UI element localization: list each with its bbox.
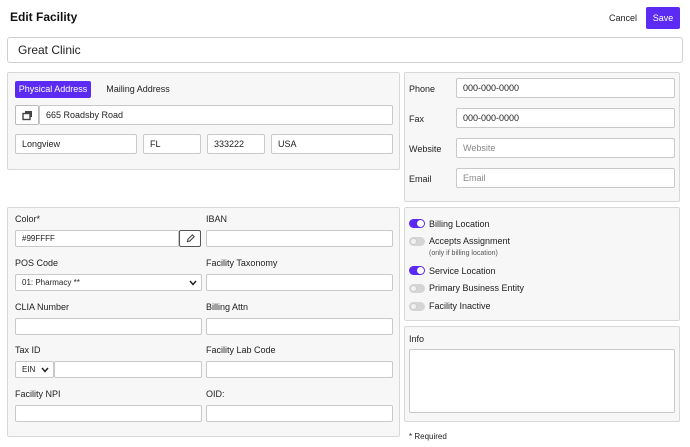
color-input[interactable] (15, 230, 179, 247)
fax-label: Fax (409, 114, 425, 124)
tax-id-type-value: EIN (22, 365, 36, 374)
state-input[interactable] (143, 134, 201, 154)
facility-inactive-label: Facility Inactive (429, 301, 491, 311)
required-note: * Required (409, 432, 447, 441)
page-title: Edit Facility (10, 10, 78, 24)
facility-taxonomy-label: Facility Taxonomy (206, 258, 278, 268)
eyedropper-icon (186, 234, 195, 243)
facility-npi-label: Facility NPI (15, 389, 61, 399)
chevron-down-icon (189, 280, 197, 286)
cancel-button[interactable]: Cancel (604, 8, 642, 28)
phone-input[interactable] (456, 78, 675, 98)
billing-location-toggle[interactable] (409, 219, 425, 228)
info-textarea[interactable] (409, 349, 675, 413)
phone-label: Phone (409, 84, 436, 94)
iban-input[interactable] (206, 230, 393, 247)
color-label: Color* (15, 214, 41, 224)
color-picker-button[interactable] (179, 230, 201, 247)
accepts-assignment-toggle[interactable] (409, 237, 425, 246)
website-input[interactable] (456, 138, 675, 158)
facility-lab-code-input[interactable] (206, 361, 393, 378)
tab-mailing-address[interactable]: Mailing Address (100, 81, 176, 98)
zip-input[interactable] (207, 134, 265, 154)
website-label: Website (409, 144, 442, 154)
facility-inactive-toggle[interactable] (409, 302, 425, 311)
save-button[interactable]: Save (646, 7, 680, 29)
facility-lab-code-label: Facility Lab Code (206, 345, 276, 355)
facility-taxonomy-input[interactable] (206, 274, 393, 291)
pos-code-value: 01: Pharmacy ** (22, 278, 80, 287)
clia-input[interactable] (15, 318, 202, 335)
info-label: Info (409, 334, 425, 344)
email-input[interactable] (456, 168, 675, 188)
tax-id-label: Tax ID (15, 345, 41, 355)
fax-input[interactable] (456, 108, 675, 128)
tax-id-input[interactable] (54, 361, 202, 378)
pos-code-label: POS Code (15, 258, 59, 268)
service-location-toggle[interactable] (409, 266, 425, 275)
facility-npi-input[interactable] (15, 405, 202, 422)
service-location-label: Service Location (429, 266, 496, 276)
primary-business-entity-toggle[interactable] (409, 284, 425, 293)
street-input[interactable] (39, 105, 393, 125)
billing-attn-label: Billing Attn (206, 302, 249, 312)
oid-input[interactable] (206, 405, 393, 422)
country-input[interactable] (271, 134, 393, 154)
accepts-assignment-label: Accepts Assignment (429, 236, 511, 246)
chevron-down-icon (41, 367, 49, 373)
clia-label: CLIA Number (15, 302, 70, 312)
billing-location-label: Billing Location (429, 219, 490, 229)
facility-name-input[interactable] (7, 37, 683, 63)
tax-id-type-select[interactable]: EIN (15, 361, 54, 378)
tab-physical-address[interactable]: Physical Address (15, 81, 91, 98)
billing-attn-input[interactable] (206, 318, 393, 335)
oid-label: OID: (206, 389, 225, 399)
accepts-assignment-sublabel: (only if billing location) (429, 250, 498, 257)
city-input[interactable] (15, 134, 137, 154)
email-label: Email (409, 174, 432, 184)
primary-business-entity-label: Primary Business Entity (429, 283, 525, 293)
copy-address-button[interactable] (15, 105, 39, 125)
copy-icon (21, 110, 32, 120)
pos-code-select[interactable]: 01: Pharmacy ** (15, 274, 202, 291)
iban-label: IBAN (206, 214, 228, 224)
